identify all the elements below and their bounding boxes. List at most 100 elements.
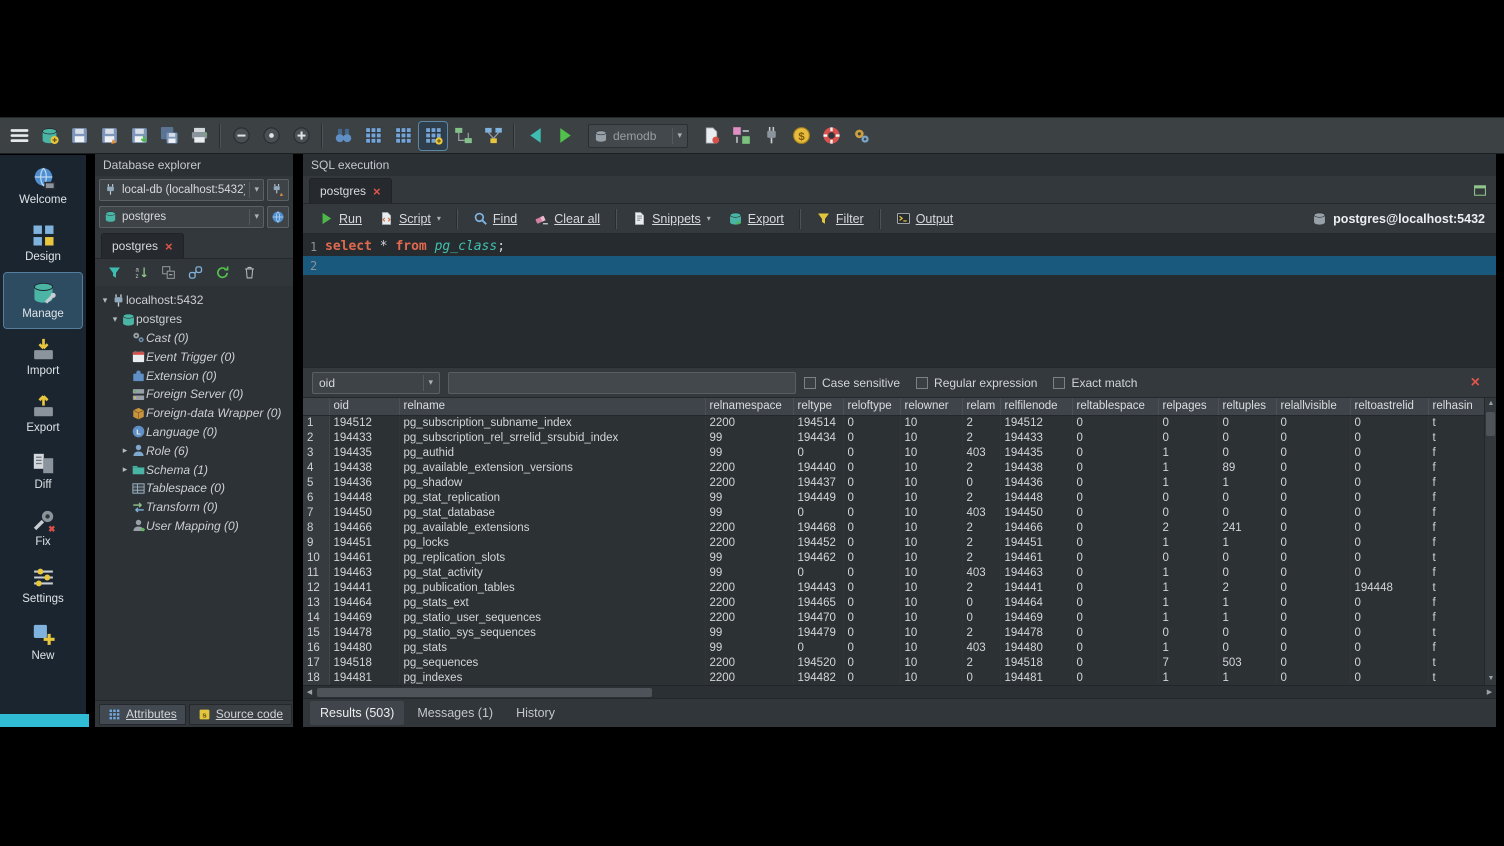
cell-relnamespace[interactable]: 2200	[705, 656, 793, 671]
save-as-button[interactable]	[95, 122, 123, 150]
cell-reltablespace[interactable]: 0	[1072, 461, 1158, 476]
tree-item-localhost-5432[interactable]: ▾localhost:5432	[95, 291, 293, 310]
horizontal-scrollbar[interactable]: ◀ ▶	[303, 685, 1496, 698]
cell-relname[interactable]: pg_indexes	[399, 671, 705, 686]
cell-relhasin[interactable]: f	[1428, 521, 1484, 536]
cell-relowner[interactable]: 10	[900, 446, 962, 461]
delete-button[interactable]	[239, 263, 259, 283]
cell-relpages[interactable]: 1	[1158, 566, 1218, 581]
row-number-cell[interactable]: 12	[303, 581, 329, 596]
column-header-reltoastrelid[interactable]: reltoastrelid	[1350, 398, 1428, 415]
cell-reltuples[interactable]: 1	[1218, 596, 1276, 611]
cell-relnamespace[interactable]: 2200	[705, 476, 793, 491]
column-header-reloftype[interactable]: reloftype	[843, 398, 900, 415]
cell-relhasin[interactable]: t	[1428, 671, 1484, 686]
cell-oid[interactable]: 194464	[329, 596, 399, 611]
cell-reltype[interactable]: 194482	[793, 671, 843, 686]
cell-reltoastrelid[interactable]: 0	[1350, 626, 1428, 641]
cell-relnamespace[interactable]: 2200	[705, 581, 793, 596]
column-header-relowner[interactable]: relowner	[900, 398, 962, 415]
column-header-relfilenode[interactable]: relfilenode	[1000, 398, 1072, 415]
tree-item-foreign-data-wrapper[interactable]: Foreign-data Wrapper (0)	[95, 404, 293, 423]
cell-relowner[interactable]: 10	[900, 596, 962, 611]
cell-relowner[interactable]: 10	[900, 461, 962, 476]
cell-reltablespace[interactable]: 0	[1072, 476, 1158, 491]
output-button[interactable]: Output	[889, 208, 961, 229]
cell-reltype[interactable]: 0	[793, 641, 843, 656]
cell-relallvisible[interactable]: 0	[1276, 521, 1350, 536]
scroll-down-icon[interactable]: ▼	[1485, 673, 1496, 685]
cell-reloftype[interactable]: 0	[843, 536, 900, 551]
cell-relnamespace[interactable]: 99	[705, 566, 793, 581]
cell-relnamespace[interactable]: 2200	[705, 611, 793, 626]
sidebar-item-settings[interactable]: Settings	[4, 558, 82, 613]
link-with-editor-button[interactable]	[185, 263, 205, 283]
filter-button[interactable]: Filter	[809, 208, 871, 229]
cell-relallvisible[interactable]: 0	[1276, 476, 1350, 491]
cell-relnamespace[interactable]: 99	[705, 626, 793, 641]
cell-relam[interactable]: 2	[962, 581, 1000, 596]
cell-relhasin[interactable]: f	[1428, 566, 1484, 581]
cell-relname[interactable]: pg_stat_database	[399, 506, 705, 521]
cell-relfilenode[interactable]: 194463	[1000, 566, 1072, 581]
tree-item-postgres[interactable]: ▾postgres	[95, 310, 293, 329]
cell-relfilenode[interactable]: 194466	[1000, 521, 1072, 536]
cell-relowner[interactable]: 10	[900, 581, 962, 596]
row-number-cell[interactable]: 13	[303, 596, 329, 611]
tab-messages-1[interactable]: Messages (1)	[407, 701, 503, 725]
row-number-cell[interactable]: 11	[303, 566, 329, 581]
cell-relowner[interactable]: 10	[900, 506, 962, 521]
row-number-cell[interactable]: 17	[303, 656, 329, 671]
cell-reltype[interactable]: 0	[793, 506, 843, 521]
cell-relnamespace[interactable]: 2200	[705, 596, 793, 611]
cell-relpages[interactable]: 0	[1158, 626, 1218, 641]
cell-oid[interactable]: 194433	[329, 431, 399, 446]
table-row[interactable]: 14194469pg_statio_user_sequences22001944…	[303, 611, 1484, 626]
cell-relallvisible[interactable]: 0	[1276, 491, 1350, 506]
er-diagram-button[interactable]	[449, 122, 477, 150]
cell-relfilenode[interactable]: 194469	[1000, 611, 1072, 626]
row-number-header[interactable]	[303, 398, 329, 415]
cell-relam[interactable]: 2	[962, 431, 1000, 446]
editor-line-2[interactable]: 2	[303, 256, 1496, 275]
cell-relam[interactable]: 403	[962, 446, 1000, 461]
cell-oid[interactable]: 194448	[329, 491, 399, 506]
cell-relfilenode[interactable]: 194436	[1000, 476, 1072, 491]
filter-column-selector[interactable]: oid ▾	[312, 372, 440, 394]
cell-relnamespace[interactable]: 99	[705, 431, 793, 446]
checkbox-box[interactable]	[1053, 377, 1065, 389]
cell-reltablespace[interactable]: 0	[1072, 566, 1158, 581]
cell-relam[interactable]: 403	[962, 566, 1000, 581]
table-row[interactable]: 9194451pg_locks2200194452010219445101100…	[303, 536, 1484, 551]
save-all-button[interactable]	[155, 122, 183, 150]
cell-relname[interactable]: pg_replication_slots	[399, 551, 705, 566]
cell-relallvisible[interactable]: 0	[1276, 461, 1350, 476]
checkbox-exact-match[interactable]: Exact match	[1053, 376, 1137, 390]
table-row[interactable]: 3194435pg_authid99001040319443501000f	[303, 446, 1484, 461]
driver-manager-button[interactable]	[757, 122, 785, 150]
cell-oid[interactable]: 194438	[329, 461, 399, 476]
row-number-cell[interactable]: 9	[303, 536, 329, 551]
cell-reltablespace[interactable]: 0	[1072, 521, 1158, 536]
scroll-up-icon[interactable]: ▲	[1485, 398, 1496, 410]
grid-view-new-button[interactable]	[419, 122, 447, 150]
cell-relhasin[interactable]: f	[1428, 611, 1484, 626]
row-number-cell[interactable]: 4	[303, 461, 329, 476]
close-icon[interactable]: ×	[165, 240, 173, 253]
cell-relhasin[interactable]: f	[1428, 461, 1484, 476]
cell-relowner[interactable]: 10	[900, 536, 962, 551]
cell-relhasin[interactable]: f	[1428, 476, 1484, 491]
cell-reltuples[interactable]: 89	[1218, 461, 1276, 476]
cell-reloftype[interactable]: 0	[843, 521, 900, 536]
zoom-level-button[interactable]	[257, 122, 285, 150]
cell-relallvisible[interactable]: 0	[1276, 431, 1350, 446]
column-header-relam[interactable]: relam	[962, 398, 1000, 415]
cell-reltype[interactable]: 0	[793, 446, 843, 461]
tree-item-user-mapping[interactable]: User Mapping (0)	[95, 517, 293, 536]
cell-relam[interactable]: 2	[962, 491, 1000, 506]
cell-relnamespace[interactable]: 2200	[705, 461, 793, 476]
cell-relhasin[interactable]: t	[1428, 626, 1484, 641]
cell-relhasin[interactable]: f	[1428, 506, 1484, 521]
table-row[interactable]: 17194518pg_sequences22001945200102194518…	[303, 656, 1484, 671]
cell-relpages[interactable]: 1	[1158, 611, 1218, 626]
